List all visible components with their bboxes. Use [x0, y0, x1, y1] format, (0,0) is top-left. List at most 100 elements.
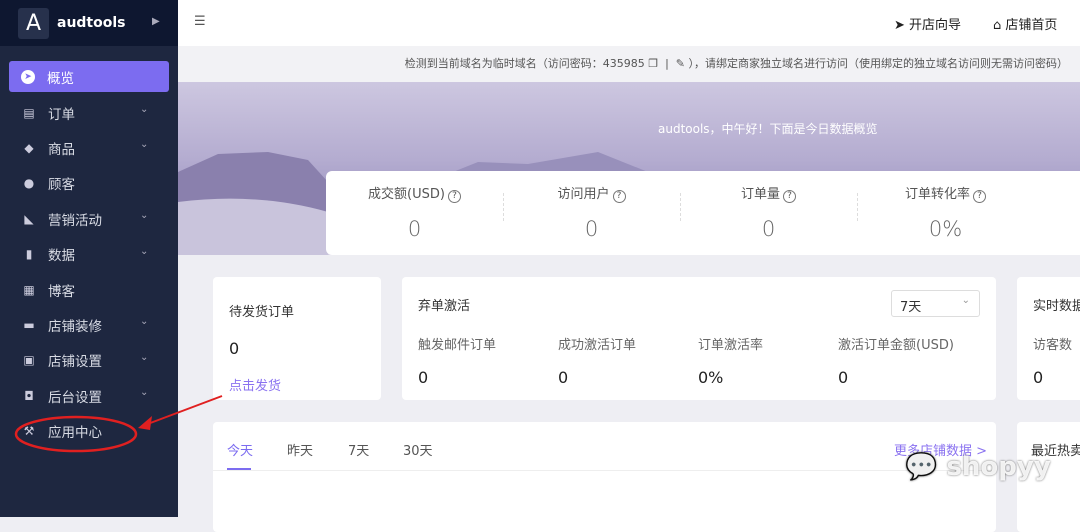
topbar: ☰ ➤ 开店向导 ⌂ 店铺首页 [178, 0, 1080, 46]
stat-label: 成交额(USD)? [326, 183, 503, 203]
help-icon[interactable]: ? [783, 190, 796, 203]
chevron-down-icon: ⌄ [140, 316, 149, 328]
chevron-down-icon: ⌄ [140, 351, 149, 363]
box-icon: ◆ [24, 141, 34, 156]
sidebar-item-0[interactable]: ➤ 概览 [9, 61, 169, 92]
sidebar-menu: ➤ 概览 ▤ 订单 ⌄ ◆ 商品 ⌄ ● 顾客 ◣ 营销活动 ⌄ ▮ 数据 ⌄ ▦ 博客 ▬ 店铺装修 ⌄ ▣ 店铺设置 ⌄ ◘… [0, 46, 178, 449]
sidebar-item-5[interactable]: ▮ 数据 ⌄ [0, 237, 169, 272]
metric-label: 成功激活订单 [558, 338, 637, 353]
stat-value: 0 [761, 217, 776, 241]
chevron-down-icon: ⌄ [140, 245, 149, 257]
chevron-down-icon: ⌄ [140, 387, 149, 399]
realtime-card: 实时数据 访客数 0 [1017, 277, 1080, 400]
monitor-icon: ◘ [24, 388, 34, 403]
metric-value: 0 [558, 368, 569, 387]
metric-label: 激活订单金额(USD) [838, 338, 954, 353]
trend-card: 今天 昨天 7天 30天 更多店铺数据 > [213, 422, 996, 532]
edit-icon[interactable]: ✎ [676, 57, 685, 70]
help-icon[interactable]: ? [973, 190, 986, 203]
metric-label: 订单激活率 [698, 338, 764, 353]
stat-label-text: 成交额(USD) [368, 187, 445, 202]
wrench-icon: ⚒ [23, 424, 35, 439]
tag-icon: ◣ [24, 211, 34, 226]
ship-link[interactable]: 点击发货 [229, 375, 281, 394]
domain-notice: 检测到当前域名为临时域名（访问密码：435985 ❐ | ✎ ），请绑定商家独立… [178, 46, 1080, 82]
tab-2[interactable]: 7天 [348, 440, 369, 459]
chevron-down-icon: ⌄ [140, 139, 149, 151]
divider [213, 470, 996, 471]
clipboard-icon: ▤ [23, 105, 35, 120]
sidebar-item-4[interactable]: ◣ 营销活动 ⌄ [0, 201, 169, 236]
chevron-down-icon: ⌄ [140, 210, 149, 222]
card-title: 实时数据 [1033, 299, 1080, 314]
help-icon[interactable]: ? [612, 190, 626, 203]
sidebar: A audtools ▶ ➤ 概览 ▤ 订单 ⌄ ◆ 商品 ⌄ ● 顾客 ◣ 营销活动 ⌄ ▮ 数据 ⌄ ▦ 博客… [0, 0, 178, 517]
range-value: 7天 [900, 300, 922, 315]
compass-icon: ➤ [21, 69, 35, 84]
abandoned-cart-card: 弃单激活 7天 ⌄ 触发邮件订单 0 成功激活订单 0 订单激活率 0% 激活订单金额(USD… [402, 277, 996, 400]
sidebar-item-3[interactable]: ● 顾客 [0, 166, 169, 201]
stat-item: 访问用户? 0 [503, 171, 680, 255]
store-guide-label: 开店向导 [909, 18, 962, 33]
sidebar-item-1[interactable]: ▤ 订单 ⌄ [0, 95, 169, 130]
sidebar-item-label: 订单 [48, 106, 75, 123]
wechat-icon: 💬 [905, 452, 938, 482]
notice-text: 检测到当前域名为临时域名（访问密码：435985 [404, 57, 645, 70]
metric-value: 0 [838, 368, 849, 387]
stat-item: 订单转化率? 0% [857, 171, 1034, 255]
sidebar-item-label: 概览 [47, 70, 74, 87]
tab-3[interactable]: 30天 [403, 440, 433, 459]
help-icon[interactable]: ? [447, 190, 461, 203]
stat-item: 订单量? 0 [680, 171, 857, 255]
watermark: 💬 shopyy [905, 452, 1051, 482]
paint-roller-icon: ▬ [23, 318, 35, 333]
tab-1[interactable]: 昨天 [287, 440, 313, 459]
metric-value: 0 [418, 368, 429, 387]
stat-label-text: 访问用户 [557, 187, 610, 202]
sidebar-item-10[interactable]: ⚒ 应用中心 [0, 414, 169, 449]
sidebar-item-label: 后台设置 [48, 389, 102, 406]
store-home-label: 店铺首页 [1005, 18, 1058, 33]
stat-value: 0 [584, 217, 599, 241]
store-home-link[interactable]: ⌂ 店铺首页 [993, 14, 1057, 33]
stat-value: 0% [928, 217, 963, 241]
brand[interactable]: A audtools ▶ [0, 0, 178, 46]
pending-count: 0 [229, 339, 240, 358]
stats-card: 成交额(USD)? 0 访问用户? 0 订单量? 0 订单转化率? 0% [326, 171, 1080, 255]
store-icon: ▣ [23, 353, 35, 368]
stat-label-text: 订单转化率 [904, 187, 970, 202]
metric-value: 0% [698, 368, 724, 387]
store-guide-link[interactable]: ➤ 开店向导 [894, 14, 961, 33]
sidebar-item-label: 营销活动 [48, 212, 102, 229]
tab-0[interactable]: 今天 [227, 440, 253, 459]
sidebar-item-label: 店铺设置 [48, 354, 102, 371]
stat-item: 成交额(USD)? 0 [326, 171, 503, 255]
range-select[interactable]: 7天 ⌄ [891, 290, 980, 317]
visitor-value: 0 [1033, 368, 1044, 387]
stat-label: 订单量? [680, 183, 857, 203]
stat-value: 0 [407, 217, 422, 241]
sidebar-item-9[interactable]: ◘ 后台设置 ⌄ [0, 378, 169, 413]
copy-icon[interactable]: ❐ [648, 57, 658, 70]
card-title: 待发货订单 [229, 305, 295, 320]
menu-toggle-icon[interactable]: ☰ [194, 14, 206, 29]
sidebar-item-label: 顾客 [48, 177, 75, 194]
sidebar-item-8[interactable]: ▣ 店铺设置 ⌄ [0, 343, 169, 378]
sidebar-item-label: 商品 [48, 142, 75, 159]
send-icon: ➤ [894, 18, 905, 33]
sidebar-item-label: 应用中心 [48, 425, 102, 442]
notice-text-2: ），请绑定商家独立域名进行访问（使用绑定的独立域名访问则无需访问密码） [688, 57, 1069, 70]
caret-right-icon[interactable]: ▶ [152, 16, 160, 27]
sidebar-item-label: 博客 [48, 283, 75, 300]
sidebar-item-7[interactable]: ▬ 店铺装修 ⌄ [0, 307, 169, 342]
logo: A [18, 7, 49, 39]
chevron-down-icon: ⌄ [140, 104, 149, 115]
greeting: audtools，中午好！下面是今日数据概览 [658, 122, 878, 136]
chevron-down-icon: ⌄ [961, 295, 970, 306]
stat-label: 订单转化率? [857, 183, 1034, 203]
user-icon: ● [23, 176, 35, 191]
sidebar-item-2[interactable]: ◆ 商品 ⌄ [0, 130, 169, 165]
sidebar-item-label: 数据 [48, 248, 75, 265]
store-name: audtools [57, 15, 126, 31]
sidebar-item-6[interactable]: ▦ 博客 [0, 272, 169, 307]
